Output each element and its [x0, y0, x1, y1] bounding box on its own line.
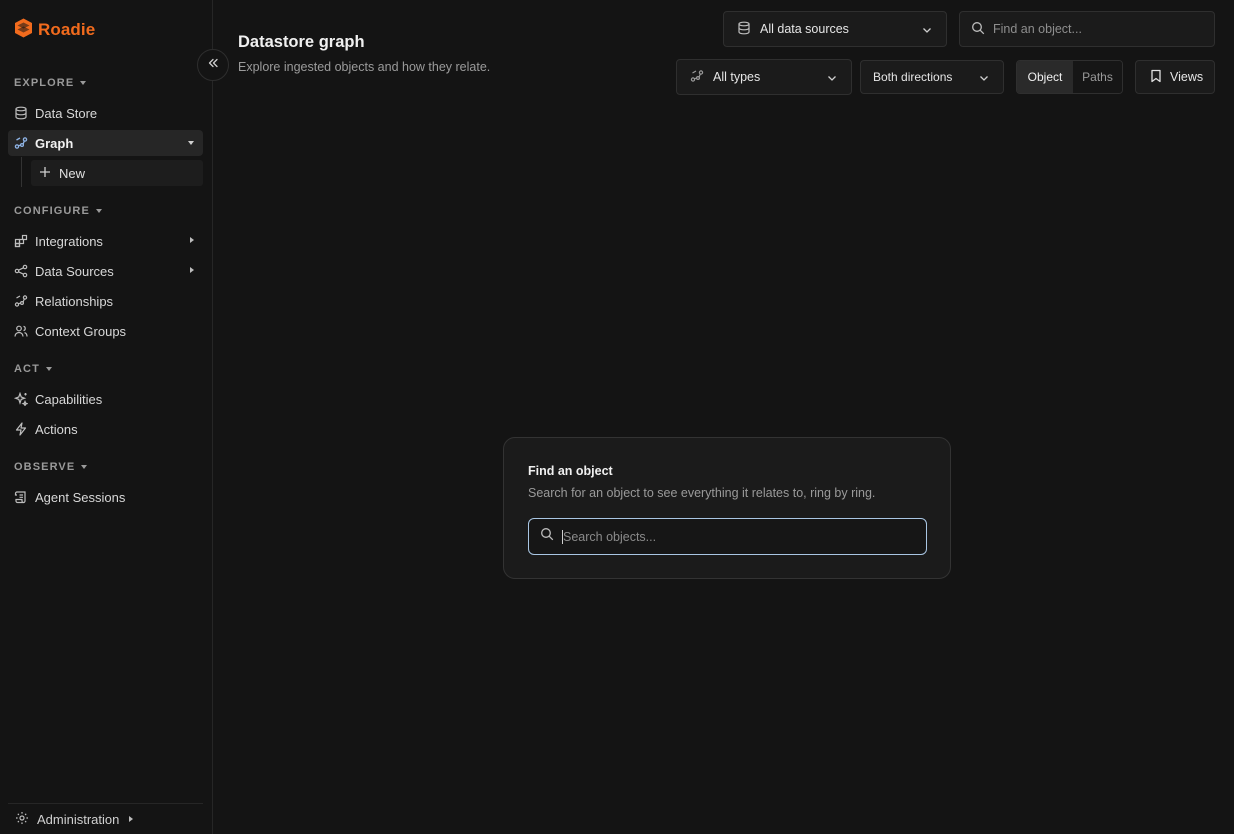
- graph-icon: [14, 136, 28, 150]
- blocks-icon: [14, 234, 28, 248]
- sidebar: Roadie EXPLORE Data Store Graph New CONF…: [0, 0, 213, 834]
- sidebar-item-label: Actions: [35, 421, 78, 437]
- database-icon: [737, 21, 751, 38]
- caret-right-icon[interactable]: [190, 267, 194, 273]
- section-explore[interactable]: EXPLORE: [14, 77, 87, 89]
- search-objects-input[interactable]: [562, 529, 902, 544]
- caret-down-icon: [45, 367, 52, 371]
- graph-icon: [690, 69, 704, 86]
- card-title: Find an object: [528, 464, 613, 478]
- sidebar-item-label: Capabilities: [35, 391, 103, 407]
- data-source-select[interactable]: All data sources: [723, 11, 947, 47]
- sidebar-item-actions[interactable]: Actions: [8, 416, 203, 442]
- sidebar-item-capabilities[interactable]: Capabilities: [8, 386, 203, 412]
- mode-toggle: Object Paths: [1016, 60, 1123, 94]
- direction-select-value: Both directions: [873, 70, 953, 84]
- section-observe-label: OBSERVE: [14, 461, 76, 473]
- share-nodes-icon: [14, 264, 28, 278]
- sidebar-item-administration[interactable]: Administration: [8, 803, 203, 834]
- bookmark-icon: [1150, 69, 1162, 86]
- search-icon: [971, 21, 985, 38]
- search-objects-field[interactable]: [528, 518, 927, 555]
- caret-down-icon: [95, 209, 102, 213]
- chevron-down-icon: [922, 24, 932, 38]
- mode-object-button[interactable]: Object: [1017, 61, 1073, 93]
- data-source-select-value: All data sources: [760, 22, 849, 36]
- find-object-input[interactable]: Find an object...: [959, 11, 1215, 47]
- page-title: Datastore graph: [238, 33, 365, 51]
- mode-paths-button[interactable]: Paths: [1073, 61, 1122, 93]
- database-icon: [14, 106, 28, 120]
- relationships-icon: [14, 294, 28, 308]
- sidebar-item-label: Agent Sessions: [35, 489, 126, 505]
- section-explore-label: EXPLORE: [14, 77, 75, 89]
- chevron-down-icon: [979, 72, 989, 86]
- caret-right-icon[interactable]: [190, 237, 194, 243]
- direction-select[interactable]: Both directions: [860, 60, 1004, 94]
- sidebar-item-label: Administration: [37, 811, 120, 827]
- gear-icon: [15, 811, 29, 828]
- sidebar-item-context-groups[interactable]: Context Groups: [8, 318, 203, 344]
- sidebar-item-relationships[interactable]: Relationships: [8, 288, 203, 314]
- page-subtitle: Explore ingested objects and how they re…: [238, 60, 491, 74]
- sidebar-item-integrations[interactable]: Integrations: [8, 228, 203, 254]
- chevrons-left-icon: [207, 56, 219, 74]
- views-button-label: Views: [1170, 70, 1204, 84]
- sidebar-item-label: Data Sources: [35, 263, 114, 279]
- sidebar-item-label: New: [59, 165, 86, 181]
- sidebar-item-new[interactable]: New: [31, 160, 203, 186]
- views-button[interactable]: Views: [1135, 60, 1215, 94]
- plus-icon: [39, 166, 51, 181]
- find-object-card: Find an object Search for an object to s…: [503, 437, 951, 579]
- sidebar-item-graph[interactable]: Graph: [8, 130, 203, 156]
- users-icon: [14, 324, 28, 338]
- caret-down-icon: [80, 81, 87, 85]
- sidebar-item-label: Data Store: [35, 105, 98, 121]
- sidebar-item-label: Context Groups: [35, 323, 127, 339]
- section-act[interactable]: ACT: [14, 363, 52, 375]
- sidebar-item-label: Integrations: [35, 233, 103, 249]
- card-description: Search for an object to see everything i…: [528, 486, 876, 500]
- caret-down-icon: [81, 465, 88, 469]
- types-select-value: All types: [713, 70, 761, 84]
- caret-down-icon[interactable]: [188, 141, 194, 145]
- types-select[interactable]: All types: [676, 59, 852, 95]
- brand-name: Roadie: [38, 20, 96, 39]
- chevron-down-icon: [827, 72, 837, 86]
- collapse-sidebar-button[interactable]: [197, 49, 229, 81]
- section-observe[interactable]: OBSERVE: [14, 461, 88, 473]
- app-root: Roadie EXPLORE Data Store Graph New CONF…: [0, 0, 1234, 834]
- sparkles-icon: [14, 392, 28, 406]
- scroll-icon: [14, 490, 28, 504]
- lightning-icon: [14, 422, 28, 436]
- sidebar-item-data-store[interactable]: Data Store: [8, 100, 203, 126]
- search-icon: [540, 527, 554, 546]
- sidebar-item-label: Graph: [35, 135, 74, 151]
- sidebar-item-data-sources[interactable]: Data Sources: [8, 258, 203, 284]
- section-configure[interactable]: CONFIGURE: [14, 205, 102, 217]
- roadie-logo-icon: [14, 18, 33, 43]
- caret-right-icon: [129, 816, 134, 822]
- section-act-label: ACT: [14, 363, 40, 375]
- sidebar-item-label: Relationships: [35, 293, 114, 309]
- sidebar-item-agent-sessions[interactable]: Agent Sessions: [8, 484, 203, 510]
- find-object-placeholder: Find an object...: [993, 22, 1082, 36]
- subnav-guide-line: [21, 157, 22, 187]
- roadie-logo[interactable]: Roadie: [14, 18, 96, 43]
- section-configure-label: CONFIGURE: [14, 205, 90, 217]
